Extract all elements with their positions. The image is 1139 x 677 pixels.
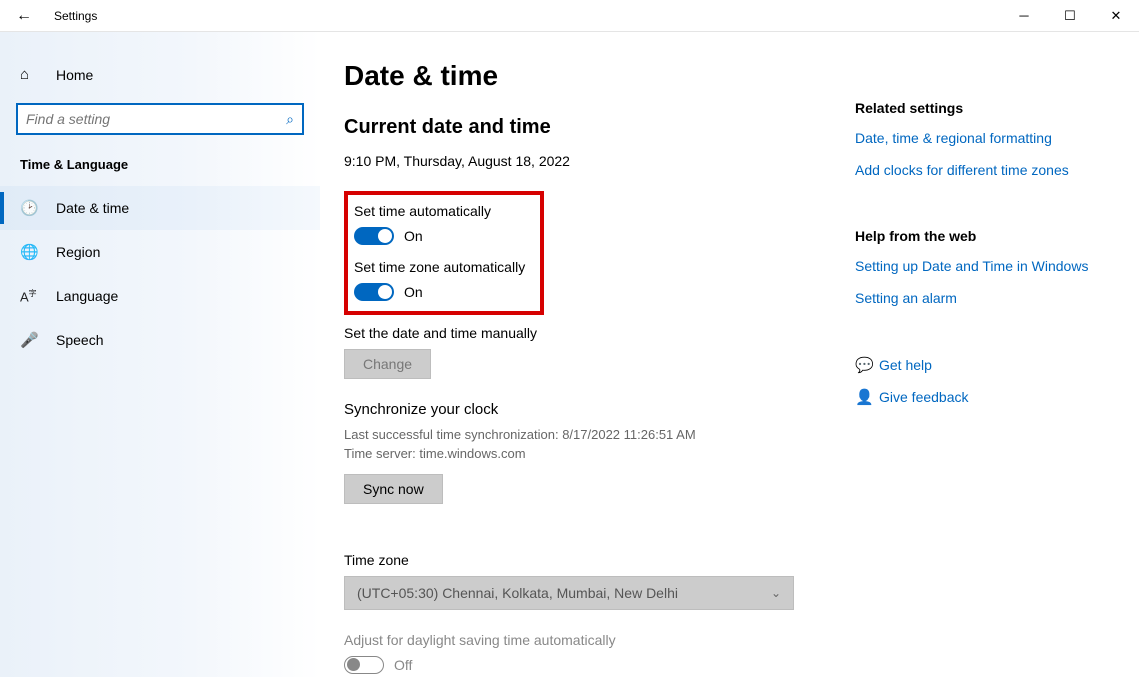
related-settings-heading: Related settings [855,100,1115,116]
give-feedback-link: Give feedback [879,389,969,405]
sync-heading: Synchronize your clock [344,401,835,418]
main-content: Date & time Current date and time 9:10 P… [344,60,835,677]
sidebar-item-date-time[interactable]: 🕑 Date & time [0,186,320,230]
sync-now-button[interactable]: Sync now [344,474,443,504]
get-help-link: Get help [879,357,932,373]
sidebar-home[interactable]: ⌂ Home [0,60,320,89]
dst-state: Off [394,657,412,673]
change-button[interactable]: Change [344,349,431,379]
titlebar: ← Settings ─ ☐ ✕ [0,0,1139,32]
close-button[interactable]: ✕ [1093,0,1139,32]
set-time-auto-toggle[interactable] [354,227,394,245]
get-help-row[interactable]: 💬 Get help [855,356,1115,374]
home-icon: ⌂ [20,66,40,83]
give-feedback-row[interactable]: 👤 Give feedback [855,388,1115,406]
sidebar-item-label: Date & time [56,200,129,216]
timezone-label: Time zone [344,552,835,568]
sync-server: Time server: time.windows.com [344,445,835,464]
microphone-icon: 🎤 [20,331,40,349]
sidebar-item-label: Region [56,244,100,260]
chevron-down-icon: ⌄ [771,586,781,600]
globe-icon: 🌐 [20,243,40,261]
set-time-auto-label: Set time automatically [354,203,530,219]
timezone-dropdown[interactable]: (UTC+05:30) Chennai, Kolkata, Mumbai, Ne… [344,576,794,610]
sidebar: ⌂ Home ⌕ Time & Language 🕑 Date & time 🌐… [0,32,320,677]
dst-toggle[interactable] [344,656,384,674]
search-box[interactable]: ⌕ [16,103,304,135]
sidebar-home-label: Home [56,67,93,83]
manual-date-label: Set the date and time manually [344,325,835,341]
set-tz-auto-label: Set time zone automatically [354,259,530,275]
sidebar-item-speech[interactable]: 🎤 Speech [0,318,320,362]
sidebar-item-language[interactable]: A字 Language [0,274,320,318]
set-time-auto-state: On [404,228,423,244]
help-icon: 💬 [855,356,879,374]
timezone-value: (UTC+05:30) Chennai, Kolkata, Mumbai, Ne… [357,585,678,601]
feedback-icon: 👤 [855,388,879,406]
page-title: Date & time [344,60,835,92]
search-icon: ⌕ [286,111,294,128]
set-tz-auto-state: On [404,284,423,300]
sidebar-item-label: Language [56,288,118,304]
app-title: Settings [54,9,97,23]
sidebar-item-label: Speech [56,332,103,348]
link-help-setup-datetime[interactable]: Setting up Date and Time in Windows [855,258,1115,274]
current-datetime-value: 9:10 PM, Thursday, August 18, 2022 [344,153,835,169]
sidebar-section-title: Time & Language [0,157,320,186]
sync-last: Last successful time synchronization: 8/… [344,426,835,445]
maximize-button[interactable]: ☐ [1047,0,1093,32]
language-icon: A字 [20,288,40,304]
current-datetime-heading: Current date and time [344,116,835,139]
sidebar-item-region[interactable]: 🌐 Region [0,230,320,274]
help-from-web-heading: Help from the web [855,228,1115,244]
highlight-annotation: Set time automatically On Set time zone … [344,191,544,315]
link-help-alarm[interactable]: Setting an alarm [855,290,1115,306]
aside-panel: Related settings Date, time & regional f… [855,60,1115,677]
minimize-button[interactable]: ─ [1001,0,1047,32]
search-input[interactable] [26,111,286,127]
link-date-regional-formatting[interactable]: Date, time & regional formatting [855,130,1115,146]
clock-icon: 🕑 [20,199,40,217]
set-tz-auto-toggle[interactable] [354,283,394,301]
back-button[interactable]: ← [0,7,48,25]
window-controls: ─ ☐ ✕ [1001,0,1139,32]
dst-label: Adjust for daylight saving time automati… [344,632,835,648]
link-add-clocks[interactable]: Add clocks for different time zones [855,162,1115,178]
